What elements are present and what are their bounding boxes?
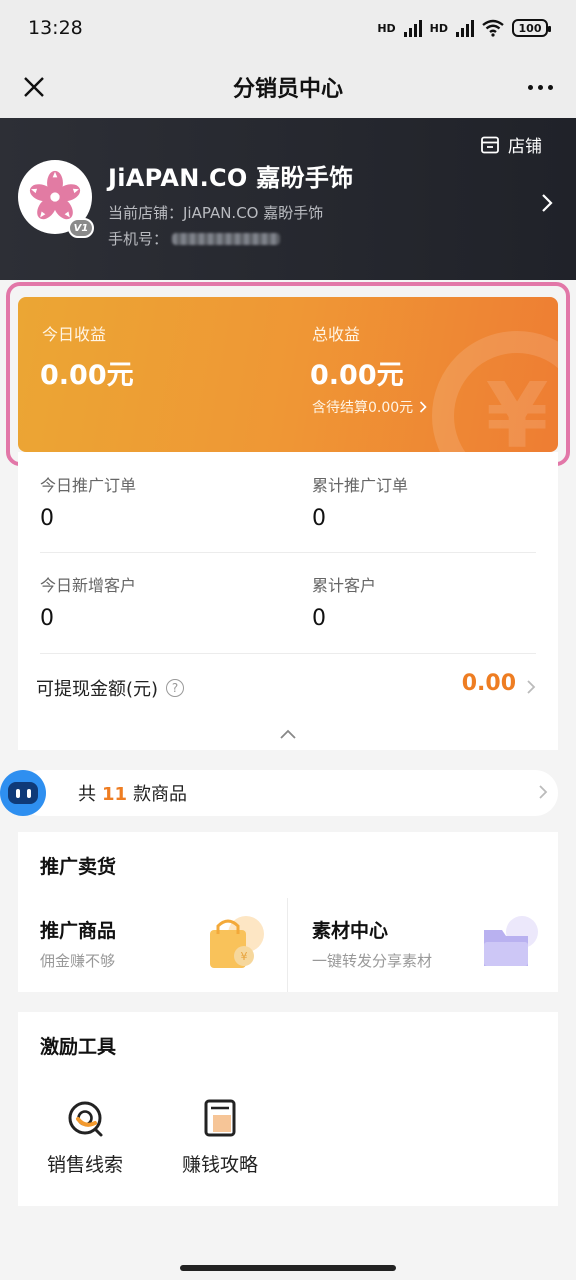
divider [40, 552, 536, 553]
promote-products-subtitle: 佣金赚不够 [40, 952, 116, 970]
status-bar: 13:28 HD HD 100 [0, 0, 576, 56]
level-badge: V1 [68, 218, 94, 238]
product-count: 11 [102, 784, 128, 805]
book-icon [204, 1099, 236, 1137]
svg-text:¥: ¥ [241, 950, 248, 963]
signal-icon [403, 19, 422, 37]
store-icon [481, 136, 499, 153]
sakura-logo-icon [29, 170, 81, 220]
chevron-right-icon[interactable] [538, 784, 548, 800]
today-customers-value: 0 [40, 606, 54, 631]
promotion-section: 推广卖货 推广商品 佣金赚不够 ¥ 素材中心 一键转发分享素材 [18, 832, 558, 992]
robot-icon [0, 770, 46, 816]
divider [40, 653, 536, 654]
withdrawable-amount-row[interactable]: 可提现金额(元) ? [36, 675, 185, 701]
phone-row: 手机号： [108, 228, 281, 249]
highlight-frame [6, 282, 570, 466]
product-count-text[interactable]: 共 11 款商品 [78, 780, 187, 806]
status-icons: HD HD 100 [377, 19, 551, 37]
stats-card: 今日推广订单 0 累计推广订单 0 今日新增客户 0 累计客户 0 可提现金额(… [18, 452, 558, 750]
home-indicator[interactable] [180, 1265, 396, 1271]
promote-products-item[interactable]: 推广商品 佣金赚不够 ¥ [18, 892, 287, 992]
money-guide-tool[interactable]: 赚钱攻略 [170, 1098, 270, 1177]
material-center-title: 素材中心 [312, 920, 389, 942]
phone-label: 手机号： [108, 230, 169, 248]
shop-link[interactable]: 店铺 [480, 132, 542, 157]
help-icon[interactable]: ? [166, 679, 185, 697]
section-title: 推广卖货 [40, 856, 117, 878]
withdrawable-amount-value[interactable]: 0.00 [462, 671, 516, 696]
battery-icon: 100 [512, 19, 551, 37]
sales-leads-icon [68, 1101, 103, 1137]
shopping-bag-icon: ¥ [210, 916, 264, 968]
chevron-right-icon[interactable] [540, 193, 554, 213]
chevron-up-icon[interactable] [279, 728, 297, 740]
total-orders-label: 累计推广订单 [312, 476, 409, 495]
withdrawable-amount-label: 可提现金额(元) [36, 679, 159, 700]
more-button[interactable] [518, 67, 562, 107]
sales-leads-tool[interactable]: 销售线索 [35, 1098, 135, 1177]
status-time: 13:28 [28, 17, 83, 39]
folder-icon [484, 916, 538, 966]
more-icon [527, 84, 533, 90]
total-orders-value: 0 [312, 506, 326, 531]
close-icon [24, 77, 44, 97]
today-orders-label: 今日推广订单 [40, 476, 137, 495]
material-center-item[interactable]: 素材中心 一键转发分享素材 [288, 892, 558, 992]
sales-leads-label: 销售线索 [46, 1154, 123, 1176]
close-button[interactable] [14, 67, 54, 107]
product-count-suffix: 款商品 [133, 784, 188, 805]
current-shop: 当前店铺：JiAPAN.CO 嘉盼手饰 [108, 204, 324, 222]
today-customers-label: 今日新增客户 [40, 576, 137, 595]
network-label-1: HD [377, 21, 396, 35]
network-label-2: HD [429, 21, 448, 35]
battery-level: 100 [518, 21, 542, 35]
wifi-icon [482, 19, 504, 37]
phone-number-redacted [172, 232, 281, 245]
promote-products-title: 推广商品 [40, 920, 117, 942]
nav-bar: 分销员中心 [0, 56, 576, 118]
today-orders-value: 0 [40, 506, 54, 531]
total-customers-label: 累计客户 [312, 576, 377, 595]
incentive-tools-section: 激励工具 销售线索 赚钱攻略 [18, 1012, 558, 1206]
total-customers-value: 0 [312, 606, 326, 631]
distributor-header[interactable]: 店铺 V1 JiAPAN.CO 嘉盼手饰 当前店铺：JiAPAN.CO 嘉盼手饰… [0, 118, 576, 280]
shop-name: JiAPAN.CO 嘉盼手饰 [108, 164, 354, 192]
section-title: 激励工具 [40, 1036, 117, 1058]
shop-link-label: 店铺 [508, 137, 542, 157]
signal-icon-2 [456, 19, 474, 37]
money-guide-label: 赚钱攻略 [181, 1154, 258, 1176]
page-title: 分销员中心 [232, 77, 343, 102]
chevron-right-icon[interactable] [526, 679, 536, 695]
material-center-subtitle: 一键转发分享素材 [312, 952, 433, 970]
product-count-prefix: 共 [78, 784, 96, 805]
